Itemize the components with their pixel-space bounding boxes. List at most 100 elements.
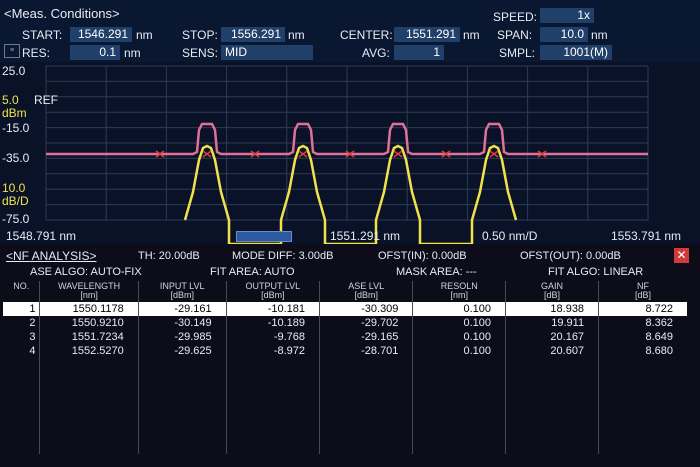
center-label: CENTER: [340, 28, 393, 42]
cell-no: 4 [29, 345, 36, 357]
center-field[interactable]: 1551.291 [394, 27, 460, 42]
col-no: NO. [3, 281, 40, 302]
ref-unit-label: dBm [2, 106, 27, 120]
cell-ase-lvl: -28.701 [319, 344, 413, 358]
y-top-label: 25.0 [2, 64, 26, 78]
cell-resoln: 0.100 [412, 316, 506, 330]
nf-ofst-in: OFST(IN): 0.00dB [378, 250, 467, 262]
col-resoln-unit: [nm] [450, 290, 468, 300]
x-stop-label: 1553.791 nm [611, 229, 682, 243]
nf-fit-algo: FIT ALGO: LINEAR [548, 266, 644, 278]
avg-label: AVG: [362, 46, 390, 60]
col-gain: GAIN [dB] [504, 281, 599, 302]
res-label: RES: [22, 46, 51, 60]
y-bottom-label: -75.0 [2, 212, 30, 226]
nf-title[interactable]: <NF ANALYSIS> [6, 249, 97, 263]
sens-label: SENS: [182, 46, 219, 60]
cell-ase-lvl: -29.165 [319, 330, 413, 344]
col-input-lvl: INPUT LVL [dBm] [137, 281, 227, 302]
cell-gain: 20.607 [504, 344, 599, 358]
cell-wavelength: 1550.1178 [39, 302, 139, 316]
span-field[interactable]: 10.0 [540, 27, 588, 42]
cell-wavelength: 1550.9210 [39, 316, 139, 330]
y-mid2-label: -35.0 [2, 151, 30, 165]
x-center-label: 1551.291 nm [330, 229, 401, 243]
table-row[interactable]: 1 1550.1178 -29.161 -10.181 -30.309 0.10… [3, 302, 687, 316]
cell-output-lvl: -10.189 [225, 316, 320, 330]
col-nf: NF [dB] [598, 281, 687, 302]
span-label: SPAN: [497, 28, 533, 42]
spectrum-canvas [0, 62, 700, 244]
col-output-lvl: OUTPUT LVL [dBm] [225, 281, 320, 302]
start-label: START: [22, 28, 63, 42]
smpl-field[interactable]: 1001(M) [540, 45, 612, 60]
cell-ase-lvl: -29.702 [319, 316, 413, 330]
mkr-indicator [236, 231, 292, 242]
col-wavelength: WAVELENGTH [nm] [39, 281, 139, 302]
cell-input-lvl: -29.161 [137, 302, 227, 316]
cell-input-lvl: -29.985 [137, 330, 227, 344]
cell-resoln: 0.100 [412, 302, 506, 316]
cell-nf: 8.722 [598, 302, 687, 316]
col-wavelength-unit: [nm] [80, 290, 98, 300]
close-icon[interactable]: ✕ [674, 248, 689, 263]
col-output-lvl-unit: [dBm] [261, 290, 285, 300]
col-ase-lvl-unit: [dBm] [354, 290, 378, 300]
cell-wavelength: 1551.7234 [39, 330, 139, 344]
table-row[interactable]: 4 1552.5270 -29.625 -8.972 -28.701 0.100… [3, 344, 687, 358]
ref-label: REF [34, 93, 58, 107]
cell-no: 3 [29, 331, 36, 343]
cell-no: 2 [29, 317, 36, 329]
cell-nf: 8.680 [598, 344, 687, 358]
spectrum-graph[interactable] [0, 62, 700, 244]
col-gain-unit: [dB] [544, 290, 561, 300]
speed-field[interactable]: 1x [540, 8, 594, 23]
conditions-title[interactable]: <Meas. Conditions> [4, 6, 120, 21]
cell-output-lvl: -10.181 [225, 302, 320, 316]
nf-ase-algo: ASE ALGO: AUTO-FIX [30, 266, 142, 278]
res-unit: nm [124, 46, 141, 60]
cell-input-lvl: -30.149 [137, 316, 227, 330]
cell-no: 1 [3, 302, 40, 316]
x-start-label: 1548.791 nm [6, 229, 77, 243]
nf-results-table: NO. WAVELENGTH [nm] INPUT LVL [dBm] OUTPUT… [3, 281, 687, 454]
ext-icon: ≡ [4, 44, 20, 58]
cell-resoln: 0.100 [412, 330, 506, 344]
y-mid1-label: -15.0 [2, 121, 30, 135]
stop-unit: nm [288, 28, 305, 42]
sens-field[interactable]: MID [221, 45, 313, 60]
table-row[interactable]: 3 1551.7234 -29.985 -9.768 -29.165 0.100… [3, 330, 687, 344]
table-empty-area [3, 358, 687, 454]
start-unit: nm [136, 28, 153, 42]
cell-gain: 19.911 [504, 316, 599, 330]
stop-field[interactable]: 1556.291 [221, 27, 285, 42]
speed-label: SPEED: [493, 10, 538, 24]
cell-nf: 8.649 [598, 330, 687, 344]
nf-ofst-out: OFST(OUT): 0.00dB [520, 250, 621, 262]
ref-value-label: 5.0 [2, 93, 19, 107]
scale-unit-label: dB/D [2, 194, 29, 208]
table-row[interactable]: 2 1550.9210 -30.149 -10.189 -29.702 0.10… [3, 316, 687, 330]
nf-threshold: TH: 20.00dB [138, 250, 200, 262]
cell-gain: 20.167 [504, 330, 599, 344]
span-unit: nm [591, 28, 608, 42]
col-no-label: NO. [13, 281, 30, 291]
cell-gain: 18.938 [504, 302, 599, 316]
x-div-label: 0.50 nm/D [482, 229, 538, 243]
cell-wavelength: 1552.5270 [39, 344, 139, 358]
scale-value-label: 10.0 [2, 181, 26, 195]
nf-mode-diff: MODE DIFF: 3.00dB [232, 250, 334, 262]
avg-field[interactable]: 1 [394, 45, 444, 60]
cell-output-lvl: -9.768 [225, 330, 320, 344]
cell-resoln: 0.100 [412, 344, 506, 358]
nf-fit-area: FIT AREA: AUTO [210, 266, 295, 278]
cell-input-lvl: -29.625 [137, 344, 227, 358]
smpl-label: SMPL: [499, 46, 536, 60]
col-nf-unit: [dB] [635, 290, 652, 300]
stop-label: STOP: [182, 28, 218, 42]
cell-output-lvl: -8.972 [225, 344, 320, 358]
center-unit: nm [463, 28, 480, 42]
res-field[interactable]: 0.1 [70, 45, 120, 60]
cell-ase-lvl: -30.309 [319, 302, 413, 316]
start-field[interactable]: 1546.291 [70, 27, 132, 42]
